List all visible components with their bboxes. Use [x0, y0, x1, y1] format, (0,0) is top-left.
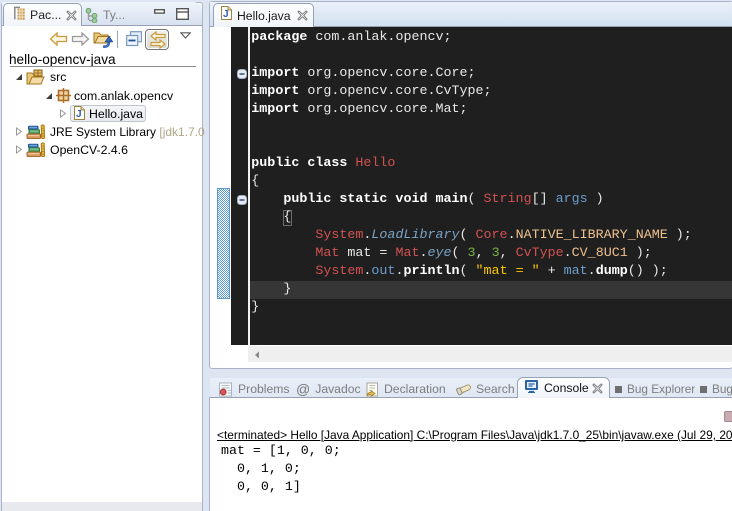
- svg-text:J: J: [76, 109, 82, 120]
- svg-text:J: J: [223, 9, 229, 20]
